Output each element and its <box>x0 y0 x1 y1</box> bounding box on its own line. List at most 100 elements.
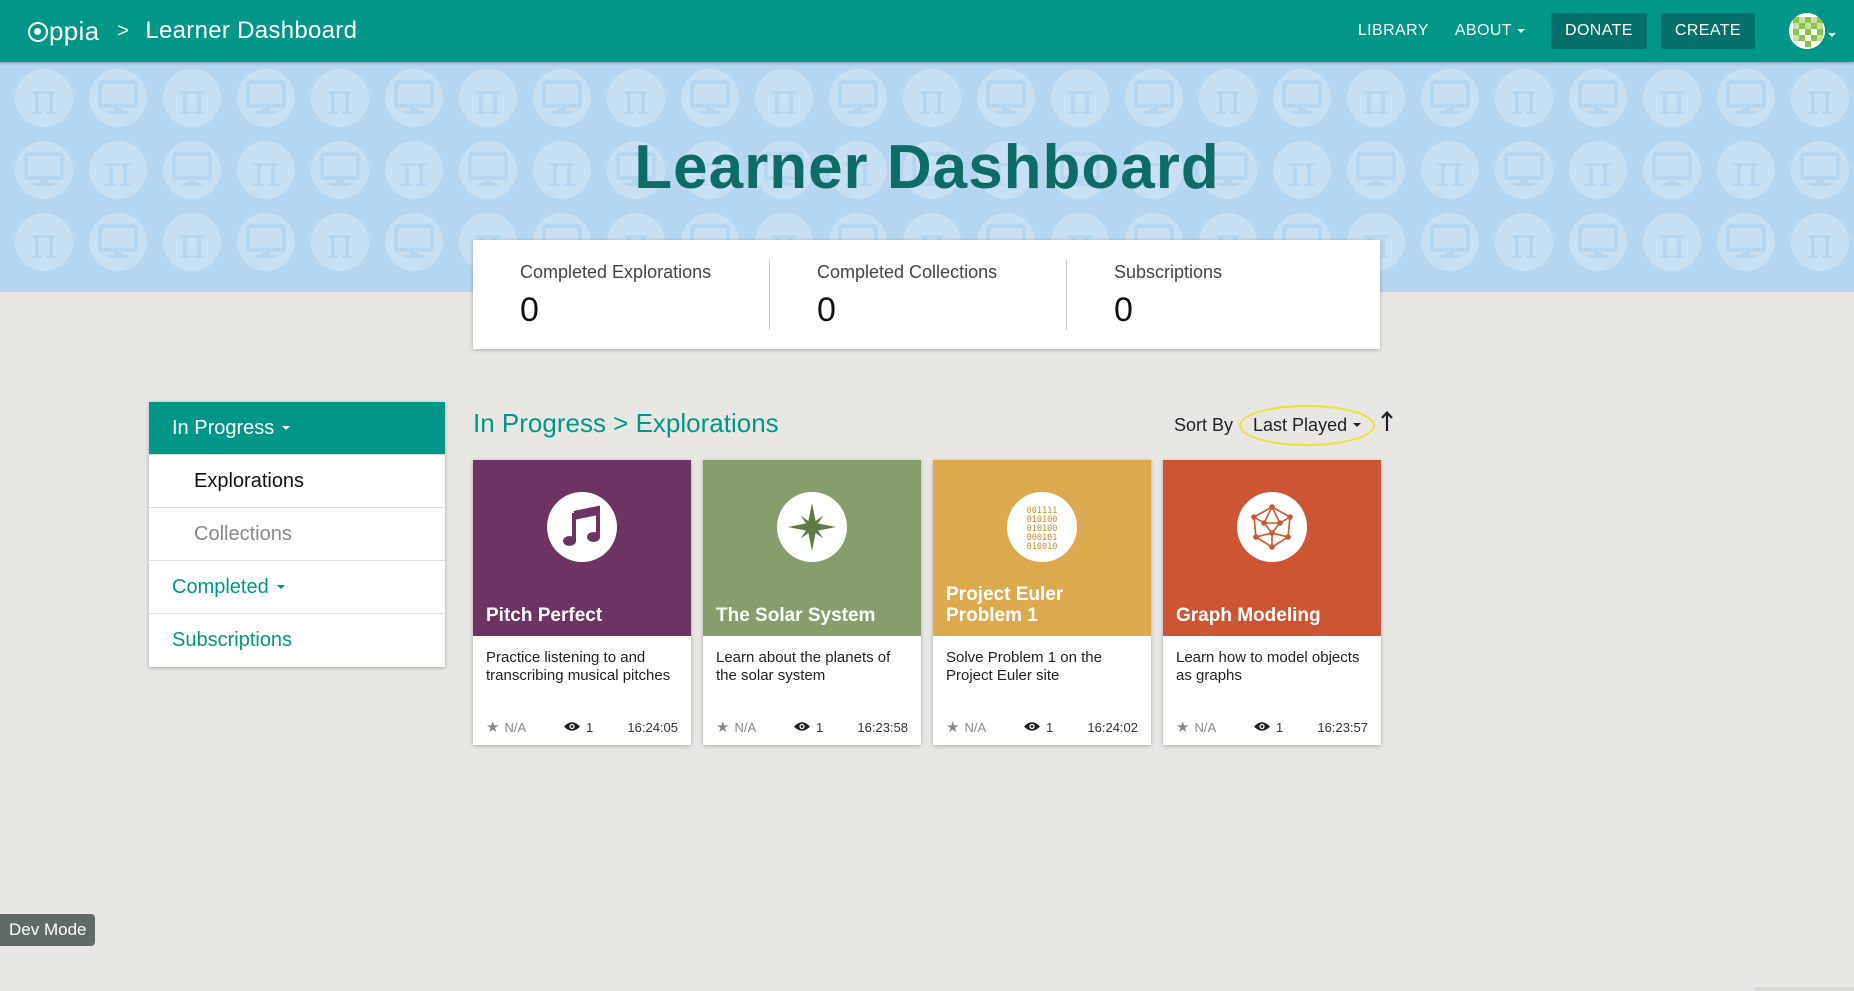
sidebar-item-completed[interactable]: Completed <box>149 561 445 614</box>
rating-value: N/A <box>504 719 527 735</box>
star-icon: ★ <box>1176 719 1190 736</box>
sidebar-item-label: Collections <box>194 522 292 545</box>
nav-about-label: ABOUT <box>1454 22 1512 39</box>
card-thumbnail: Graph Modeling <box>1163 460 1381 636</box>
sidebar-item-explorations[interactable]: Explorations <box>149 455 445 508</box>
card-thumbnail: 001111 010100 010100 000101 010010 Proje… <box>933 460 1151 636</box>
chevron-down-icon <box>276 585 285 589</box>
card-description: Learn how to model objects as graphs <box>1176 649 1360 684</box>
card-thumbnail: Pitch Perfect <box>473 460 691 636</box>
stat-value: 0 <box>817 290 836 329</box>
card-views: 1 <box>794 720 852 735</box>
sort-label: Sort By <box>1174 414 1234 435</box>
card-views: 1 <box>564 720 622 735</box>
sort-value: Last Played <box>1253 414 1348 435</box>
stat-completed-explorations: Completed Explorations 0 <box>473 259 770 330</box>
rating-value: N/A <box>734 719 757 735</box>
card-footer: ★ N/A 1 16:23:57 <box>1163 718 1381 736</box>
star-icon: ★ <box>486 719 500 736</box>
views-count: 1 <box>1046 719 1054 735</box>
exploration-card[interactable]: Graph Modeling Learn how to model object… <box>1163 460 1381 745</box>
arrow-up-icon[interactable] <box>1381 410 1393 439</box>
rating-value: N/A <box>1194 719 1217 735</box>
card-last-played: 16:24:05 <box>627 719 678 735</box>
stat-value: 0 <box>1114 290 1133 329</box>
card-rating: ★ N/A <box>486 718 564 736</box>
dev-mode-badge: Dev Mode <box>0 914 96 946</box>
profile-menu[interactable] <box>1789 13 1836 49</box>
star-compass-icon <box>777 492 847 562</box>
card-footer: ★ N/A 1 16:24:05 <box>473 718 691 736</box>
exploration-cards: Pitch Perfect Practice listening to and … <box>473 460 1393 745</box>
graph-network-icon <box>1237 492 1307 562</box>
brand-name: ppia <box>49 15 100 46</box>
stat-subscriptions: Subscriptions 0 <box>1067 260 1364 330</box>
card-description: Practice listening to and transcribing m… <box>486 649 671 684</box>
nav-links: LIBRARY ABOUT DONATE CREATE <box>1358 0 1854 62</box>
breadcrumb-separator: > <box>117 19 130 42</box>
eye-icon <box>564 720 580 735</box>
card-last-played: 16:23:58 <box>857 719 908 735</box>
stats-card: Completed Explorations 0 Completed Colle… <box>473 240 1380 349</box>
card-footer: ★ N/A 1 16:23:58 <box>703 718 921 736</box>
sidebar-item-in-progress[interactable]: In Progress <box>149 402 445 455</box>
card-views: 1 <box>1254 720 1312 735</box>
sidebar: In Progress Explorations Collections Com… <box>149 402 445 667</box>
eye-icon <box>1254 720 1270 735</box>
create-button[interactable]: CREATE <box>1660 13 1755 49</box>
donate-button[interactable]: DONATE <box>1550 13 1647 49</box>
card-description: Solve Problem 1 on the Project Euler sit… <box>946 649 1102 684</box>
views-count: 1 <box>1276 719 1284 735</box>
eye-icon <box>1024 720 1040 735</box>
star-icon: ★ <box>946 719 960 736</box>
stat-completed-collections: Completed Collections 0 <box>770 259 1067 330</box>
sidebar-item-label: Explorations <box>194 469 305 492</box>
card-last-played: 16:24:02 <box>1087 719 1138 735</box>
star-icon: ★ <box>716 719 730 736</box>
profile-avatar-icon <box>1789 13 1825 49</box>
views-count: 1 <box>816 719 824 735</box>
exploration-card[interactable]: The Solar System Learn about the planets… <box>703 460 921 745</box>
sidebar-item-label: In Progress <box>172 416 275 439</box>
sidebar-item-label: Subscriptions <box>172 629 293 651</box>
card-title: Graph Modeling <box>1176 605 1321 626</box>
page-title: Learner Dashboard <box>634 133 1220 202</box>
oppia-logo-icon <box>28 22 48 42</box>
card-title: The Solar System <box>716 605 876 626</box>
chevron-down-icon <box>1516 29 1525 33</box>
binary-line: 010010 <box>1027 542 1058 552</box>
card-views: 1 <box>1024 720 1082 735</box>
sort-select[interactable]: Last Played <box>1239 404 1376 446</box>
binary-code-icon: 001111 010100 010100 000101 010010 <box>1007 492 1077 562</box>
rating-value: N/A <box>964 719 987 735</box>
card-rating: ★ N/A <box>1176 718 1254 736</box>
card-title: Project Euler Problem 1 <box>946 584 1064 626</box>
views-count: 1 <box>586 719 594 735</box>
chevron-down-icon <box>1353 423 1362 427</box>
sidebar-item-collections[interactable]: Collections <box>149 508 445 561</box>
music-note-icon <box>547 492 617 562</box>
exploration-card[interactable]: Pitch Perfect Practice listening to and … <box>473 460 691 745</box>
section-title: In Progress > Explorations <box>473 408 779 438</box>
chevron-down-icon <box>1828 33 1836 37</box>
card-thumbnail: The Solar System <box>703 460 921 636</box>
card-description: Learn about the planets of the solar sys… <box>716 649 891 684</box>
scrollbar-hint <box>1754 987 1854 991</box>
sidebar-item-label: Completed <box>172 575 269 598</box>
exploration-card[interactable]: 001111 010100 010100 000101 010010 Proje… <box>933 460 1151 745</box>
nav-about-dropdown[interactable]: ABOUT <box>1455 22 1525 40</box>
sidebar-item-subscriptions[interactable]: Subscriptions <box>149 614 445 667</box>
nav-library-label: LIBRARY <box>1357 22 1429 39</box>
top-navbar: ppia > Learner Dashboard LIBRARY ABOUT D… <box>0 0 1854 62</box>
stat-value: 0 <box>520 290 539 329</box>
brand[interactable]: ppia > Learner Dashboard <box>28 16 357 47</box>
chevron-down-icon <box>282 426 291 430</box>
breadcrumb-page: Learner Dashboard <box>145 17 358 44</box>
oppia-logo[interactable]: ppia <box>28 16 99 47</box>
nav-library-link[interactable]: LIBRARY <box>1358 22 1429 40</box>
card-rating: ★ N/A <box>946 718 1024 736</box>
eye-icon <box>794 720 810 735</box>
stat-label: Completed Explorations <box>520 261 712 282</box>
card-title: Pitch Perfect <box>486 605 603 626</box>
card-last-played: 16:23:57 <box>1317 719 1368 735</box>
